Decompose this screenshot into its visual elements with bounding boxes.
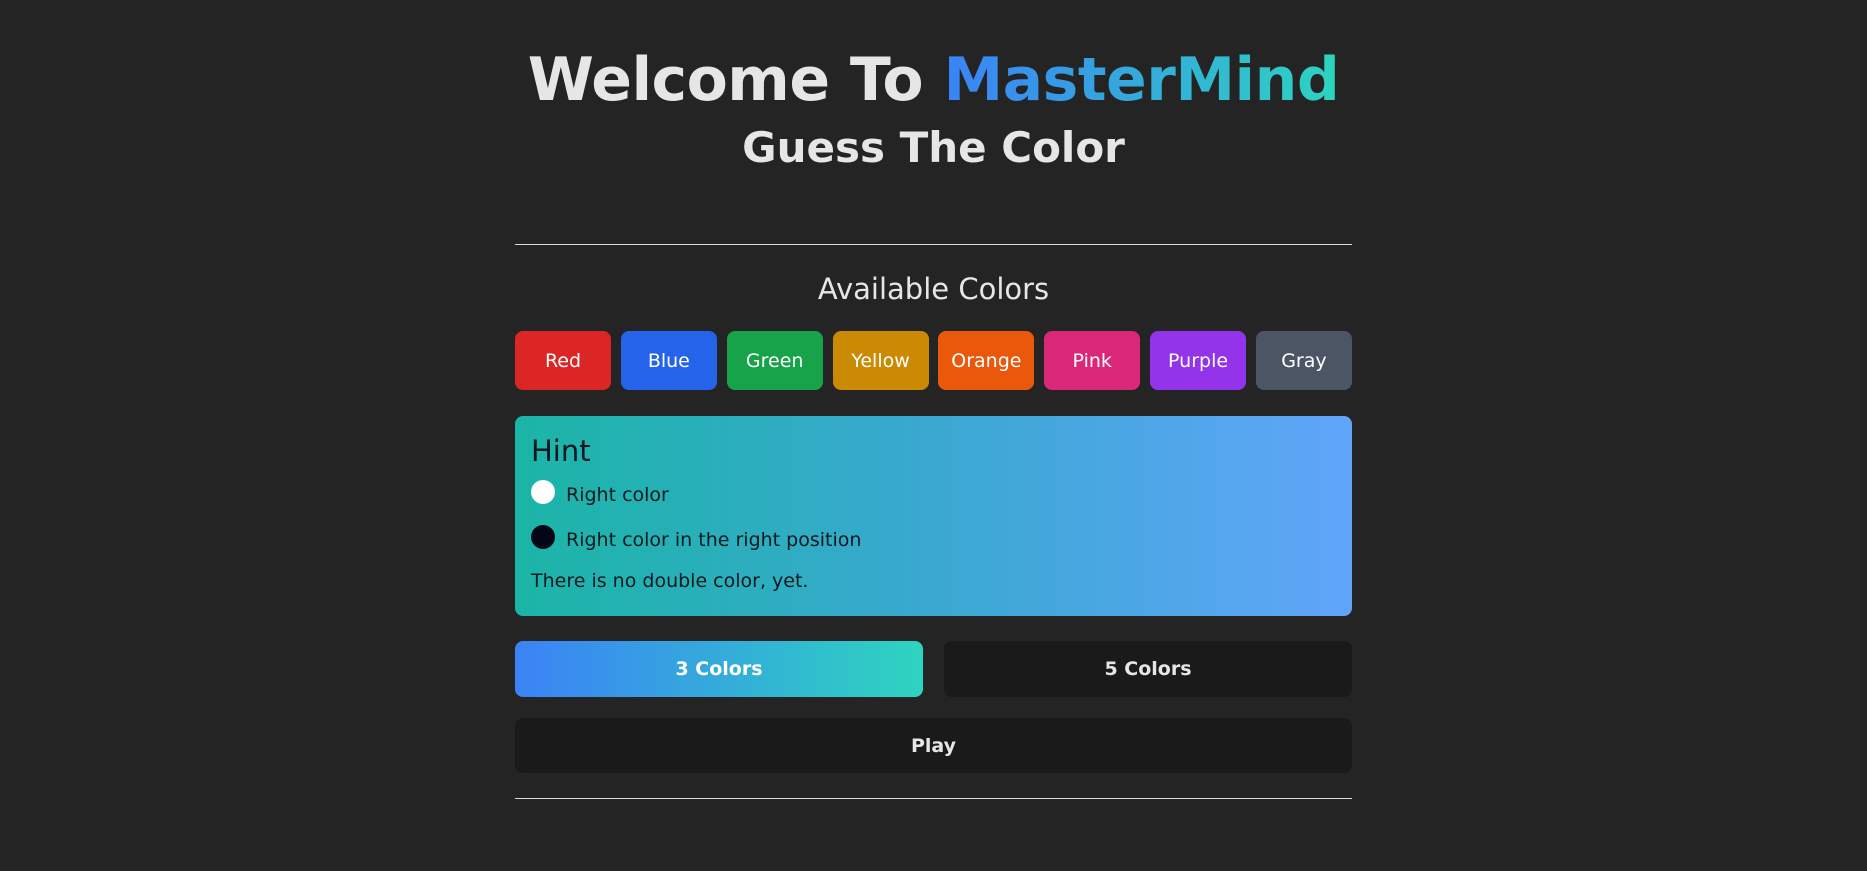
white-peg-icon [531, 480, 555, 504]
play-button[interactable]: Play [515, 718, 1352, 773]
title-prefix: Welcome To [527, 45, 944, 115]
game-setup-panel: Available Colors Red Blue Green Yellow O… [515, 244, 1352, 799]
hint-right-position-label: Right color in the right position [566, 529, 862, 551]
hint-title: Hint [531, 434, 591, 468]
brand-name: MasterMind [943, 45, 1340, 115]
hint-row-right-position: Right color in the right position [531, 525, 1336, 555]
color-palette: Red Blue Green Yellow Orange Pink Purple… [515, 331, 1352, 390]
hint-row-right-color: Right color [531, 480, 1336, 510]
color-button-blue[interactable]: Blue [620, 331, 717, 390]
available-colors-title: Available Colors [817, 272, 1050, 306]
color-button-green[interactable]: Green [726, 331, 823, 390]
black-peg-icon [531, 525, 555, 549]
color-button-red[interactable]: Red [515, 331, 611, 390]
three-colors-button[interactable]: 3 Colors [515, 641, 923, 697]
color-button-purple[interactable]: Purple [1150, 331, 1247, 390]
top-divider [515, 244, 1352, 245]
bottom-divider [515, 798, 1352, 799]
color-button-yellow[interactable]: Yellow [832, 331, 929, 390]
hint-card: Hint Right color Right color in the righ… [515, 416, 1352, 616]
color-button-pink[interactable]: Pink [1044, 331, 1141, 390]
hint-right-color-label: Right color [566, 484, 669, 506]
page-title: Welcome To MasterMind [0, 44, 1867, 116]
five-colors-button[interactable]: 5 Colors [944, 641, 1352, 697]
mode-selector: 3 Colors 5 Colors [515, 641, 1352, 697]
page-header: Welcome To MasterMind Guess The Color [0, 0, 1867, 176]
hint-note: There is no double color, yet. [531, 570, 809, 592]
color-button-gray[interactable]: Gray [1255, 331, 1352, 390]
color-button-orange[interactable]: Orange [938, 331, 1035, 390]
page-subtitle: Guess The Color [742, 123, 1125, 172]
